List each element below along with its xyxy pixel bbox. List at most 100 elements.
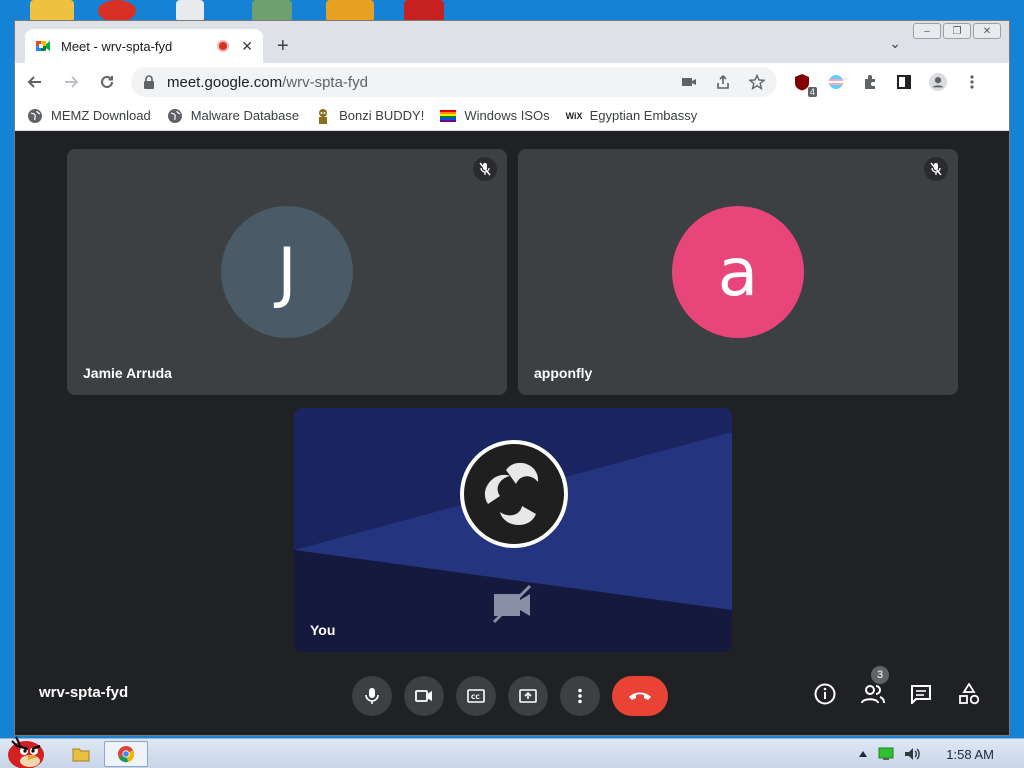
ublock-origin-icon[interactable]: 4 — [793, 73, 817, 97]
activities-shapes-icon — [959, 683, 980, 705]
desktop-icon[interactable] — [30, 0, 74, 22]
browser-toolbar: meet.google.com/wrv-spta-fyd 4 — [15, 63, 1009, 101]
camera-icon — [415, 690, 432, 702]
tab-meet[interactable]: Meet - wrv-spta-fyd ✕ — [25, 29, 263, 63]
url-path: /wrv-spta-fyd — [282, 73, 368, 91]
taskbar: 1:58 AM — [0, 736, 1024, 768]
participant-name: apponfly — [534, 365, 593, 381]
tab-title: Meet - wrv-spta-fyd — [61, 38, 173, 54]
camera-button[interactable] — [404, 676, 444, 716]
taskbar-explorer[interactable] — [70, 741, 92, 767]
bonzi-icon — [319, 108, 328, 124]
info-icon — [814, 683, 836, 705]
more-options-button[interactable] — [560, 676, 600, 716]
forward-button[interactable] — [55, 66, 87, 98]
people-count-badge: 3 — [871, 666, 889, 684]
restore-button[interactable]: ❐ — [943, 23, 971, 39]
bookmarks-bar: MEMZ Download Malware Database Bonzi BUD… — [15, 101, 1009, 131]
participant-avatar: J — [221, 206, 353, 338]
bookmark-label: Malware Database — [190, 108, 300, 123]
participant-tile[interactable]: a apponfly — [518, 149, 958, 395]
desktop-icon[interactable] — [252, 0, 292, 22]
bookmark-bonzi-buddy[interactable]: Bonzi BUDDY! — [315, 108, 424, 124]
desktop-icon[interactable] — [404, 0, 444, 22]
chrome-icon — [118, 746, 135, 763]
people-button[interactable]: 3 — [859, 666, 889, 708]
svg-text:CC: CC — [471, 694, 480, 701]
captions-button[interactable]: CC — [456, 676, 496, 716]
bookmark-star-icon[interactable] — [749, 74, 765, 90]
microphone-button[interactable] — [352, 676, 392, 716]
share-icon[interactable] — [715, 74, 731, 90]
arrow-left-icon — [27, 76, 41, 88]
network-icon[interactable] — [878, 747, 894, 761]
participant-avatar: a — [672, 206, 804, 338]
address-bar[interactable]: meet.google.com/wrv-spta-fyd — [131, 67, 777, 97]
arrow-right-icon — [65, 76, 79, 88]
recording-indicator-icon — [217, 40, 230, 52]
close-window-button[interactable]: ✕ — [973, 23, 1001, 39]
bookmark-label: Bonzi BUDDY! — [339, 108, 425, 123]
lock-icon — [144, 75, 154, 89]
tab-close-icon[interactable]: ✕ — [241, 38, 253, 55]
bookmark-windows-isos[interactable]: Windows ISOs — [440, 108, 550, 124]
globe-icon — [28, 108, 42, 123]
pride-extension-icon[interactable] — [827, 73, 845, 91]
participant-tile[interactable]: J Jamie Arruda — [67, 149, 507, 395]
window-controls: – ❐ ✕ — [913, 23, 1001, 39]
folder-icon — [72, 748, 90, 762]
present-screen-icon — [519, 689, 537, 703]
obs-logo-icon — [460, 440, 568, 548]
hang-up-icon — [629, 692, 651, 700]
new-tab-button[interactable]: + — [277, 35, 289, 58]
muted-mic-icon — [473, 157, 497, 181]
microphone-icon — [365, 688, 379, 704]
camera-in-use-icon[interactable] — [681, 75, 697, 89]
minimize-button[interactable]: – — [913, 23, 941, 39]
extension-badge: 4 — [807, 87, 817, 97]
muted-mic-icon — [924, 157, 948, 181]
desktop-icon[interactable] — [98, 0, 136, 22]
omnibox-actions — [681, 74, 765, 90]
tab-strip: Meet - wrv-spta-fyd ✕ + ⌄ – ❐ ✕ — [15, 21, 1009, 63]
leave-call-button[interactable] — [612, 676, 668, 716]
self-name: You — [310, 622, 336, 638]
angry-bird-start-icon[interactable] — [2, 733, 46, 768]
tab-search-icon[interactable]: ⌄ — [889, 35, 901, 52]
participant-name: Jamie Arruda — [83, 365, 172, 381]
bookmark-memz-download[interactable]: MEMZ Download — [27, 108, 151, 124]
wix-icon: WiX — [565, 110, 583, 121]
clock[interactable]: 1:58 AM — [946, 747, 994, 762]
desktop-icon[interactable] — [176, 0, 204, 22]
chat-button[interactable] — [907, 680, 935, 708]
present-button[interactable] — [508, 676, 548, 716]
volume-icon[interactable] — [904, 747, 922, 761]
people-icon — [861, 685, 885, 704]
rainbow-flag-icon — [440, 109, 457, 122]
bookmark-label: Egyptian Embassy — [589, 108, 698, 123]
bookmark-malware-database[interactable]: Malware Database — [167, 108, 299, 124]
reload-icon — [101, 75, 113, 88]
extensions-puzzle-icon[interactable] — [861, 73, 879, 91]
side-panel-icon[interactable] — [895, 73, 913, 91]
meeting-info-button[interactable] — [811, 680, 839, 708]
extensions-area: 4 — [793, 73, 981, 97]
bookmark-egyptian-embassy[interactable]: WiX Egyptian Embassy — [566, 108, 698, 124]
show-hidden-icons-icon[interactable] — [858, 750, 868, 758]
kebab-menu-icon[interactable] — [963, 73, 981, 91]
captions-icon: CC — [467, 689, 485, 703]
profile-avatar-icon[interactable] — [929, 73, 947, 91]
taskbar-chrome[interactable] — [104, 741, 148, 767]
activities-button[interactable] — [955, 680, 983, 708]
chat-icon — [911, 685, 931, 704]
self-view-tile[interactable]: You — [294, 408, 732, 652]
more-vert-icon — [578, 688, 582, 704]
reload-button[interactable] — [91, 66, 123, 98]
meet-stage: J Jamie Arruda a apponfly You wrv-spta-f… — [15, 132, 1009, 735]
globe-icon — [167, 108, 182, 123]
back-button[interactable] — [19, 66, 51, 98]
desktop-icon[interactable] — [326, 0, 374, 22]
google-meet-icon — [36, 41, 50, 51]
system-tray: 1:58 AM — [858, 739, 1024, 768]
bookmark-label: Windows ISOs — [464, 108, 550, 123]
